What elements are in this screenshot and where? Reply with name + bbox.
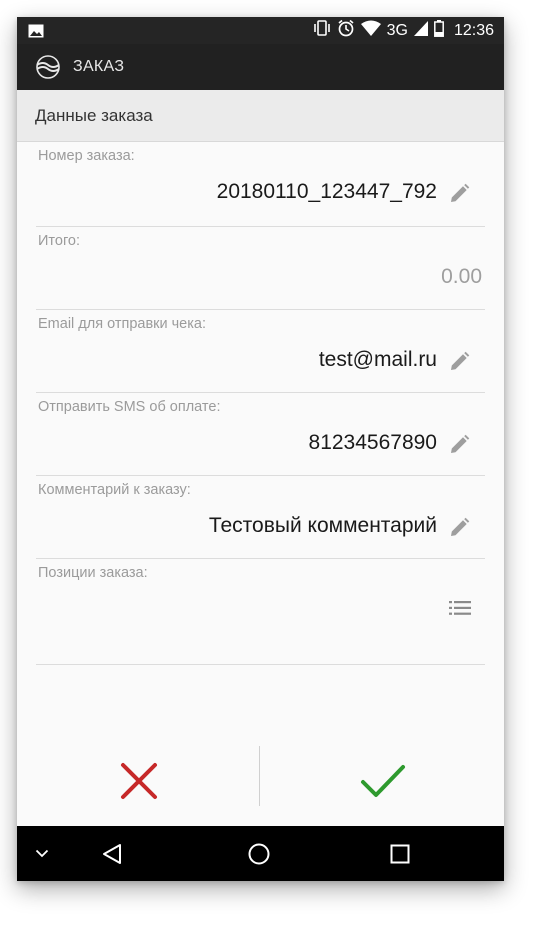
field-label: Email для отправки чека: [38, 316, 207, 332]
order-items-field: Позиции заказа: [36, 559, 485, 665]
back-icon[interactable] [97, 826, 127, 881]
field-label: Комментарий к заказу: [38, 482, 191, 498]
pencil-icon[interactable] [448, 434, 470, 456]
sms-value[interactable]: 81234567890 [309, 431, 437, 455]
wifi-icon [360, 20, 381, 41]
image-notification-icon [28, 23, 44, 43]
app-logo-icon [35, 54, 61, 80]
action-divider [259, 746, 260, 806]
signal-icon [413, 20, 428, 41]
app-title: ЗАКАЗ [73, 58, 125, 75]
clock: 12:36 [453, 21, 494, 39]
comment-field: Комментарий к заказу: Тестовый комментар… [36, 476, 485, 559]
navigation-bar [17, 826, 504, 881]
order-number-value[interactable]: 20180110_123447_792 [217, 180, 437, 204]
recents-icon[interactable] [385, 826, 415, 881]
pencil-icon[interactable] [448, 351, 470, 373]
section-title: Данные заказа [35, 105, 153, 125]
battery-icon [434, 19, 444, 42]
alarm-icon [337, 19, 355, 42]
total-value: 0.00 [441, 265, 482, 288]
email-field: Email для отправки чека: test@mail.ru [36, 310, 485, 393]
comment-value[interactable]: Тестовый комментарий [209, 514, 437, 538]
pencil-icon[interactable] [448, 517, 470, 539]
field-label: Итого: [38, 233, 81, 249]
order-number-field: Номер заказа: 20180110_123447_792 [36, 142, 485, 227]
email-value[interactable]: test@mail.ru [319, 348, 437, 372]
action-bar [17, 740, 504, 826]
network-type: 3G [386, 21, 408, 39]
chevron-down-icon[interactable] [27, 826, 57, 881]
home-icon[interactable] [243, 826, 275, 881]
close-icon [120, 762, 158, 805]
pencil-icon[interactable] [448, 183, 470, 205]
app-bar: ЗАКАЗ [17, 44, 504, 90]
total-field: Итого: 0.00 [36, 227, 485, 310]
list-icon[interactable] [449, 601, 471, 617]
vibrate-icon [313, 20, 331, 41]
field-label: Номер заказа: [38, 148, 135, 164]
sms-field: Отправить SMS об оплате: 81234567890 [36, 393, 485, 476]
check-icon [360, 763, 406, 804]
confirm-button[interactable] [261, 740, 504, 826]
field-label: Отправить SMS об оплате: [38, 399, 221, 415]
cancel-button[interactable] [17, 740, 260, 826]
status-bar: 3G 12:36 [17, 17, 504, 44]
section-header: Данные заказа [17, 90, 504, 142]
field-label: Позиции заказа: [38, 565, 148, 581]
phone-screen: 3G 12:36 ЗАКАЗ Данные заказа Номер заказ… [17, 17, 504, 881]
